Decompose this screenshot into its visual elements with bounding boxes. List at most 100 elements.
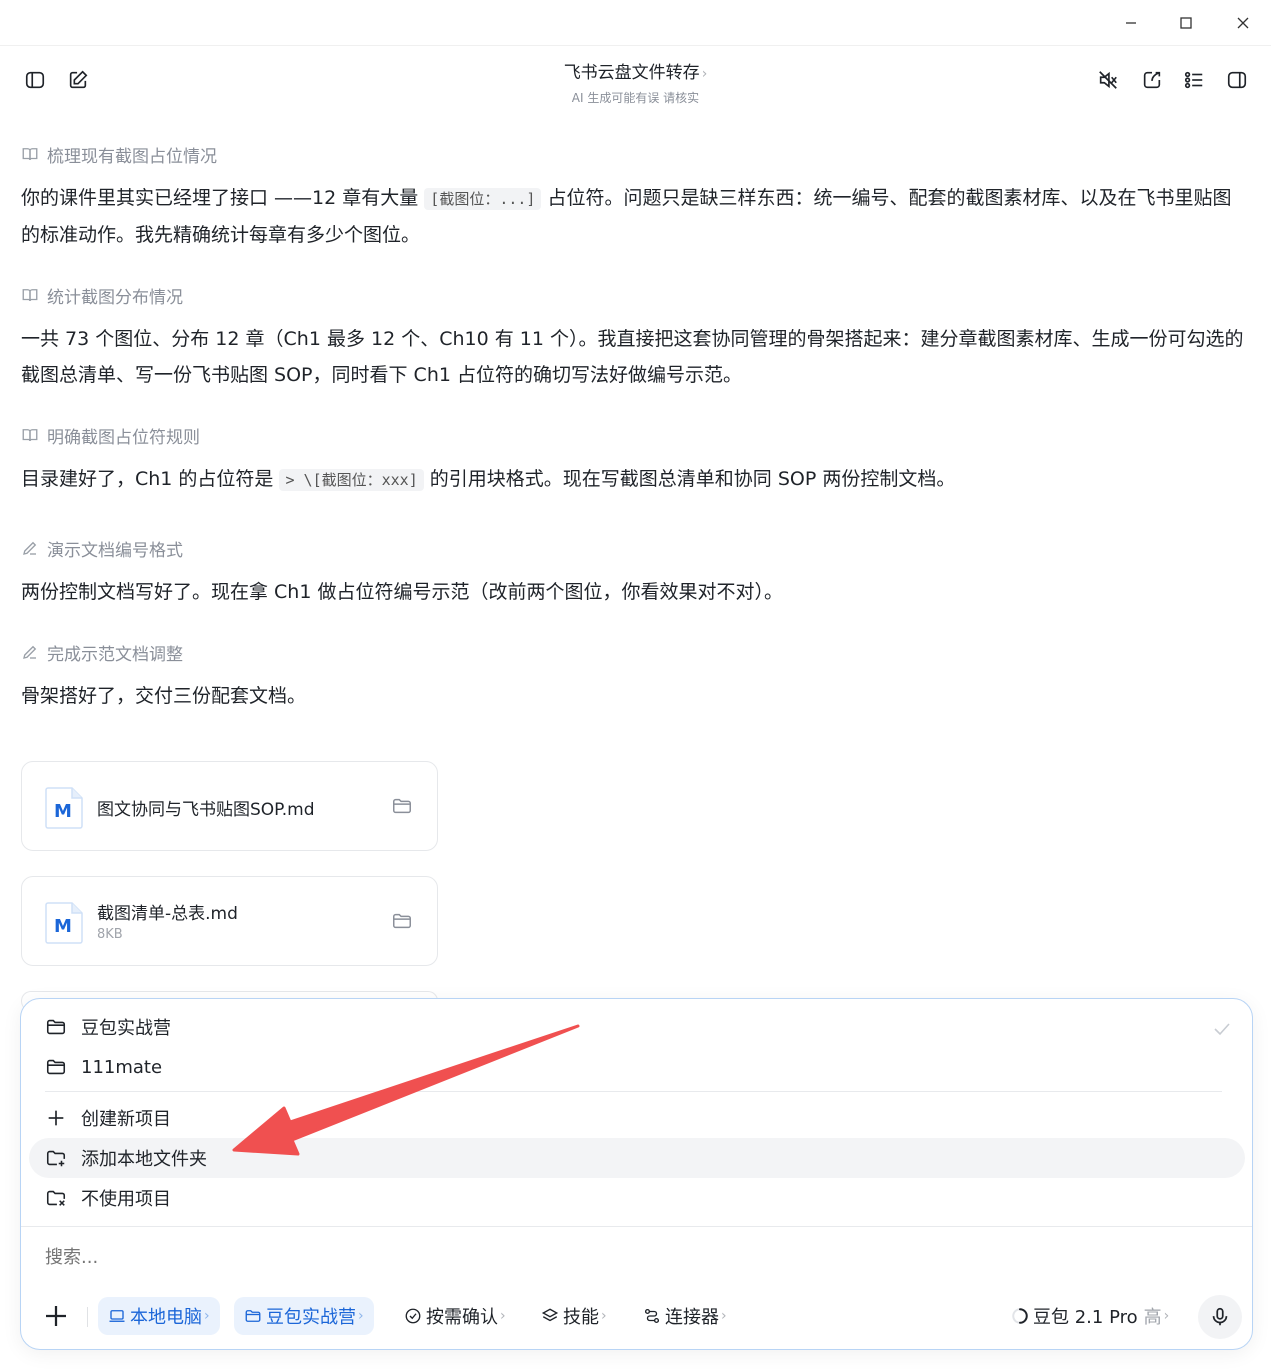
confirm-mode-chip[interactable]: 按需确认 › (394, 1297, 516, 1335)
mute-button[interactable] (1092, 64, 1124, 96)
project-label: 111mate (81, 1056, 163, 1078)
book-icon (22, 148, 38, 161)
markdown-file-icon: M (45, 787, 83, 829)
chip-label: 按需确认 (426, 1307, 498, 1328)
check-icon (1214, 1023, 1230, 1036)
inline-code: > \[截图位：xxx] (279, 469, 424, 491)
conversation: 梳理现有截图占位情况 你的课件里其实已经埋了接口 ——12 章有大量 [截图位：… (21, 116, 1249, 714)
book-icon (22, 289, 38, 302)
message-paragraph: 一共 73 个图位、分布 12 章（Ch1 最多 12 个、Ch10 有 11 … (21, 328, 1244, 386)
chevron-right-icon: › (500, 1308, 506, 1324)
local-computer-chip[interactable]: 本地电脑 › (98, 1297, 220, 1335)
model-name: 豆包 2.1 Pro (1033, 1307, 1138, 1328)
svg-text:M: M (54, 801, 72, 822)
chevron-right-icon: › (721, 1308, 727, 1324)
window-titlebar (0, 0, 1271, 46)
chip-label: 豆包实战营 (266, 1307, 356, 1328)
open-folder-icon[interactable] (391, 910, 413, 932)
folder-icon (46, 1059, 66, 1075)
step-1[interactable]: 梳理现有截图占位情况 (21, 142, 1249, 167)
menu-label: 添加本地文件夹 (81, 1149, 207, 1170)
step-2[interactable]: 统计截图分布情况 (21, 283, 1249, 308)
project-item-111mate[interactable]: 111mate (29, 1047, 1245, 1087)
folder-icon (46, 1019, 66, 1035)
book-icon (22, 429, 38, 442)
file-card[interactable]: M 图文协同与飞书贴图SOP.md (21, 761, 438, 851)
checklist-icon (1184, 71, 1203, 89)
plus-icon (48, 1110, 64, 1126)
svg-text:M: M (54, 916, 72, 937)
chat-header: 飞书云盘文件转存 › AI 生成可能有误 请核实 (0, 46, 1271, 116)
model-selector[interactable]: 豆包 2.1 Pro 高 › (1001, 1297, 1179, 1335)
voice-input-button[interactable] (1198, 1295, 1242, 1339)
step-label: 演示文档编号格式 (47, 540, 183, 561)
right-panel-icon (1227, 71, 1247, 89)
search-input[interactable] (45, 1247, 845, 1268)
no-project-item[interactable]: 不使用项目 (29, 1178, 1245, 1218)
composer-toolbar: 本地电脑 › 豆包实战营 › 按需确认 › 技能 › 连接器 › 豆包 2.1 Pro 高… (21, 1295, 1254, 1339)
add-local-folder-item[interactable]: 添加本地文件夹 (29, 1138, 1245, 1178)
pencil-icon (23, 645, 37, 659)
menu-divider (45, 1091, 1222, 1092)
inline-code: [截图位：...] (424, 188, 542, 210)
chevron-right-icon: › (204, 1308, 210, 1324)
skills-chip[interactable]: 技能 › (531, 1297, 617, 1335)
chip-label: 连接器 (665, 1307, 719, 1328)
layers-icon (541, 1308, 559, 1322)
text-segment: 的引用块格式。现在写截图总清单和协同 SOP 两份控制文档。 (423, 468, 956, 490)
message-paragraph: 两份控制文档写好了。现在拿 Ch1 做占位符编号示范（改前两个图位，你看效果对不… (21, 581, 783, 603)
chevron-right-icon: › (1163, 1308, 1170, 1324)
menu-label: 创建新项目 (81, 1109, 171, 1130)
open-folder-icon[interactable] (391, 795, 413, 817)
maximize-button[interactable] (1166, 8, 1206, 38)
folder-plus-icon (46, 1150, 66, 1167)
close-button[interactable] (1223, 8, 1263, 38)
message-paragraph: 你的课件里其实已经埋了接口 ——12 章有大量 [截图位：...] 占位符。问题… (21, 180, 1249, 253)
chevron-right-icon: › (701, 66, 708, 82)
text-segment: 你的课件里其实已经埋了接口 ——12 章有大量 (21, 187, 425, 209)
project-label: 豆包实战营 (81, 1018, 171, 1039)
speaker-muted-icon (1099, 71, 1117, 89)
add-attachment-icon[interactable] (41, 1301, 71, 1331)
ai-disclaimer: AI 生成可能有误 请核实 (571, 91, 700, 105)
check-circle-icon (405, 1308, 421, 1324)
pencil-icon (23, 541, 37, 555)
minimize-button[interactable] (1111, 8, 1151, 38)
message-paragraph: 骨架搭好了，交付三份配套文档。 (21, 685, 307, 707)
toolbar-separator (87, 1307, 88, 1327)
text-segment: 目录建好了，Ch1 的占位符是 (21, 468, 280, 490)
chevron-right-icon: › (601, 1308, 607, 1324)
create-project-item[interactable]: 创建新项目 (29, 1098, 1245, 1138)
model-level: 高 (1143, 1307, 1162, 1328)
step-label: 梳理现有截图占位情况 (47, 146, 217, 167)
close-icon (1237, 17, 1249, 29)
chat-title-text: 飞书云盘文件转存 (563, 63, 700, 83)
share-icon (1143, 71, 1161, 89)
minimize-icon (1126, 22, 1136, 24)
microphone-icon (1212, 1307, 1228, 1326)
panel-divider (21, 1226, 1252, 1227)
task-list-button[interactable] (1178, 64, 1210, 96)
markdown-file-icon: M (45, 902, 83, 944)
loading-spinner-icon (1012, 1308, 1028, 1324)
file-size: 8KB (97, 927, 123, 942)
message-paragraph: 目录建好了，Ch1 的占位符是 > \[截图位：xxx] 的引用块格式。现在写截… (21, 461, 1249, 498)
laptop-icon (109, 1310, 125, 1322)
folder-x-icon (46, 1190, 66, 1206)
chevron-right-icon: › (358, 1308, 364, 1324)
step-5[interactable]: 完成示范文档调整 (21, 640, 1249, 665)
chat-title[interactable]: 飞书云盘文件转存 › (0, 58, 1271, 83)
menu-label: 不使用项目 (81, 1189, 171, 1210)
step-3[interactable]: 明确截图占位符规则 (21, 423, 1249, 448)
composer-panel: 豆包实战营 111mate 创建新项目 添加本地文件夹 不使用项目 本地电脑› … (20, 998, 1253, 1350)
step-4[interactable]: 演示文档编号格式 (21, 536, 1249, 561)
chip-label: 本地电脑 (130, 1307, 202, 1328)
share-button[interactable] (1136, 64, 1168, 96)
file-name: 截图清单-总表.md (97, 904, 238, 924)
connectors-chip[interactable]: 连接器 › (633, 1297, 737, 1335)
step-label: 明确截图占位符规则 (47, 427, 200, 448)
project-item-doubao[interactable]: 豆包实战营 (29, 1007, 1245, 1047)
toggle-panel-button[interactable] (1221, 64, 1253, 96)
project-chip[interactable]: 豆包实战营 › (234, 1297, 374, 1335)
file-card[interactable]: M 截图清单-总表.md 8KB (21, 876, 438, 966)
